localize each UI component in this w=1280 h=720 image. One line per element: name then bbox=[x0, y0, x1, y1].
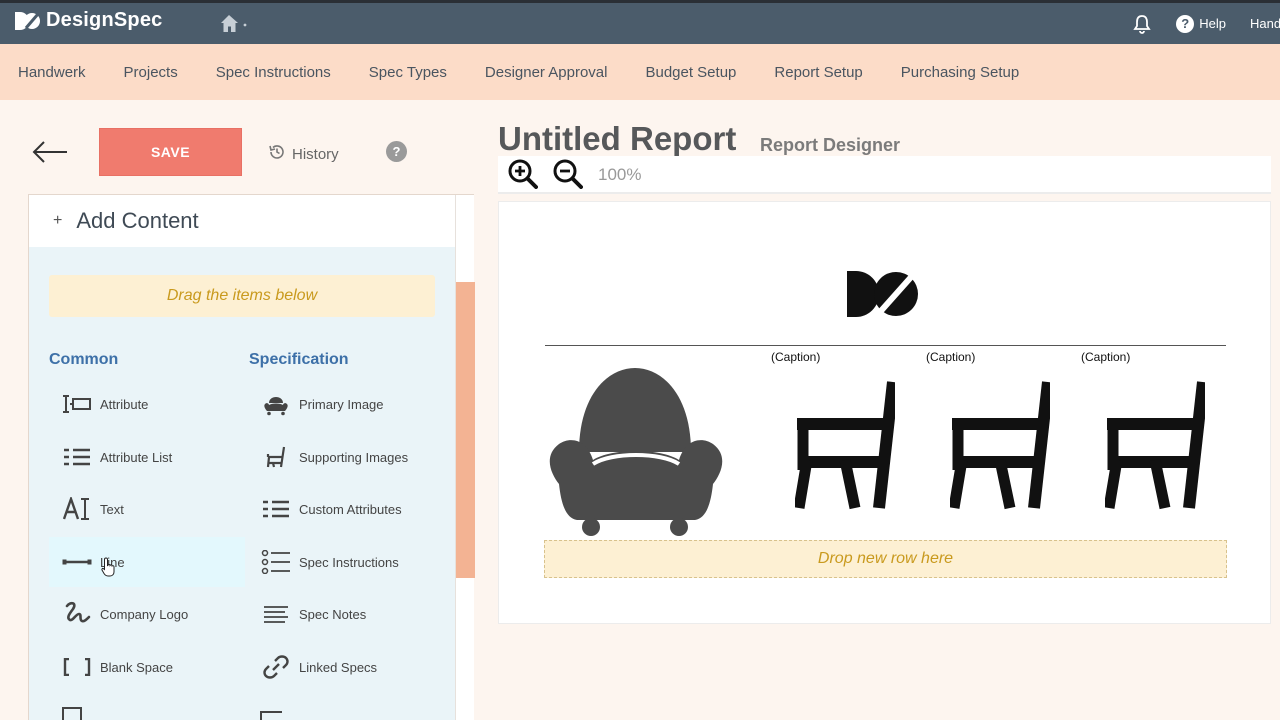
app-name: DesignSpec bbox=[46, 9, 163, 31]
image-caption[interactable]: (Caption) bbox=[1081, 350, 1130, 364]
item-custom-attributes[interactable]: Custom Attributes bbox=[248, 484, 444, 534]
image-caption[interactable]: (Caption) bbox=[926, 350, 975, 364]
hand-cursor-icon bbox=[101, 557, 117, 582]
custom-attributes-icon bbox=[256, 494, 296, 524]
text-icon bbox=[57, 494, 97, 524]
blank-space-icon bbox=[57, 652, 97, 682]
nav-spec-types[interactable]: Spec Types bbox=[369, 64, 447, 81]
chair-icon bbox=[256, 442, 296, 472]
drag-hint: Drag the items below bbox=[49, 275, 435, 317]
item-label: Company Logo bbox=[100, 606, 189, 622]
item-label: Attribute List bbox=[100, 449, 173, 465]
image-caption[interactable]: (Caption) bbox=[771, 350, 820, 364]
line-icon bbox=[57, 547, 97, 577]
drop-zone[interactable]: Drop new row here bbox=[544, 540, 1227, 578]
nav-handwerk[interactable]: Handwerk bbox=[18, 64, 86, 81]
item-label: Text bbox=[100, 501, 124, 517]
primary-image-armchair[interactable] bbox=[545, 352, 727, 538]
panel-body: Drag the items below Common Specificatio… bbox=[29, 247, 455, 720]
item-attribute[interactable]: Attribute bbox=[49, 379, 245, 429]
app-logo[interactable]: DesignSpec bbox=[14, 9, 162, 32]
supporting-image-chair[interactable] bbox=[948, 380, 1054, 510]
zoom-level: 100% bbox=[598, 165, 642, 184]
help-button[interactable]: ? Help bbox=[1176, 14, 1226, 33]
nav-projects[interactable]: Projects bbox=[124, 64, 178, 81]
item-label: Linked Specs bbox=[299, 659, 378, 675]
report-subtitle: Report Designer bbox=[760, 135, 901, 155]
history-label: History bbox=[292, 145, 339, 163]
supporting-image-chair[interactable] bbox=[1103, 380, 1209, 510]
nav-budget-setup[interactable]: Budget Setup bbox=[645, 64, 736, 81]
company-logo-icon bbox=[57, 599, 97, 629]
item-primary-image[interactable]: Primary Image bbox=[248, 379, 444, 429]
item-label: Primary Image bbox=[299, 396, 384, 412]
back-arrow-icon[interactable] bbox=[30, 138, 70, 166]
item-label: Spec Instructions bbox=[299, 554, 399, 570]
item-line[interactable]: Line bbox=[49, 537, 245, 587]
plus-icon: + bbox=[53, 212, 63, 229]
help-label: Help bbox=[1199, 16, 1226, 31]
bell-icon[interactable] bbox=[1132, 14, 1152, 34]
scrollbar-thumb[interactable] bbox=[456, 282, 475, 578]
report-canvas[interactable]: (Caption) (Caption) (Caption) Drop new r… bbox=[498, 201, 1271, 624]
item-label: Supporting Images bbox=[299, 449, 409, 465]
home-icon[interactable] bbox=[220, 14, 250, 34]
item-supporting-images[interactable]: Supporting Images bbox=[248, 432, 444, 482]
attribute-list-icon bbox=[57, 442, 97, 472]
history-button[interactable]: History bbox=[268, 143, 339, 165]
notes-icon bbox=[256, 599, 296, 629]
designspec-logo-icon bbox=[14, 10, 40, 32]
item-attribute-list[interactable]: Attribute List bbox=[49, 432, 245, 482]
item-company-logo[interactable]: Company Logo bbox=[49, 589, 245, 639]
panel-scrollbar[interactable] bbox=[455, 195, 475, 720]
user-menu[interactable]: Handwerk bbox=[1250, 16, 1280, 31]
nav-purchasing-setup[interactable]: Purchasing Setup bbox=[901, 64, 1019, 81]
item-spec-instructions[interactable]: Spec Instructions bbox=[248, 537, 444, 587]
item-text[interactable]: Text bbox=[49, 484, 245, 534]
report-title[interactable]: Untitled Report bbox=[498, 120, 736, 158]
partial-item-icon bbox=[62, 707, 82, 720]
item-label: Spec Notes bbox=[299, 606, 367, 622]
zoom-in-icon[interactable] bbox=[508, 159, 538, 189]
zoom-toolbar: 100% bbox=[498, 156, 1271, 194]
link-icon bbox=[256, 652, 296, 682]
specification-heading: Specification bbox=[249, 351, 349, 368]
supporting-image-chair[interactable] bbox=[793, 380, 899, 510]
help-icon: ? bbox=[1176, 14, 1195, 33]
item-blank-space[interactable]: Blank Space bbox=[49, 642, 245, 692]
common-heading: Common bbox=[49, 351, 119, 368]
item-label: Custom Attributes bbox=[299, 501, 402, 517]
add-content-header[interactable]: + Add Content bbox=[29, 195, 455, 247]
item-spec-notes[interactable]: Spec Notes bbox=[248, 589, 444, 639]
add-content-panel: + Add Content Drag the items below Commo… bbox=[28, 194, 475, 720]
panel-title: Add Content bbox=[76, 208, 199, 233]
list-icon bbox=[256, 547, 296, 577]
nav-designer-approval[interactable]: Designer Approval bbox=[485, 64, 608, 81]
item-linked-specs[interactable]: Linked Specs bbox=[248, 642, 444, 692]
nav-spec-instructions[interactable]: Spec Instructions bbox=[216, 64, 331, 81]
top-bar: DesignSpec ? Help Handwerk bbox=[0, 0, 1280, 44]
item-label: Attribute bbox=[100, 396, 149, 412]
question-icon[interactable]: ? bbox=[386, 141, 407, 162]
armchair-icon bbox=[256, 389, 296, 419]
save-button[interactable]: SAVE bbox=[99, 128, 242, 176]
attribute-icon bbox=[57, 389, 97, 419]
line-divider[interactable] bbox=[545, 345, 1226, 346]
history-icon bbox=[268, 143, 286, 165]
main-nav: Handwerk Projects Spec Instructions Spec… bbox=[0, 44, 1280, 100]
partial-item-icon bbox=[260, 711, 282, 720]
zoom-out-icon[interactable] bbox=[553, 159, 583, 189]
company-logo-image[interactable] bbox=[846, 270, 920, 318]
nav-report-setup[interactable]: Report Setup bbox=[774, 64, 862, 81]
item-label: Blank Space bbox=[100, 659, 173, 675]
